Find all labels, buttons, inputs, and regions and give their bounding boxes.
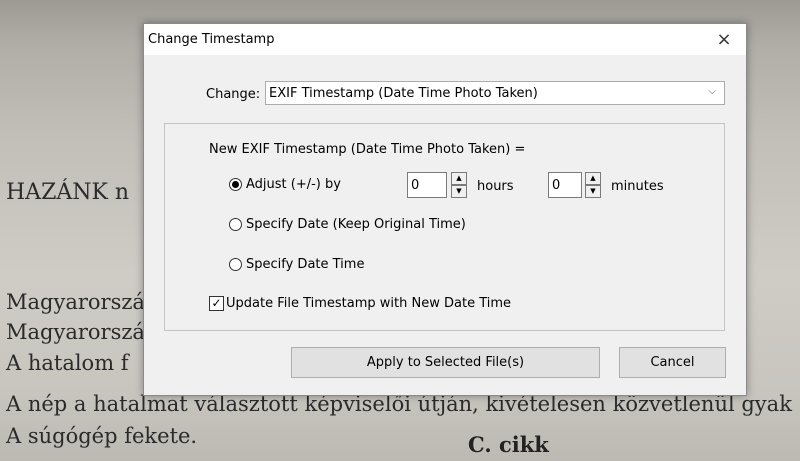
hours-down-arrow-icon[interactable]: ▼ <box>451 185 467 198</box>
close-icon: × <box>716 29 732 50</box>
bg-line: A hatalom f <box>6 351 129 375</box>
specify-date-radio[interactable] <box>229 218 242 231</box>
change-timestamp-dialog: Change Timestamp × Change: EXIF Timestam… <box>143 23 747 396</box>
bg-article-title: C. cikk <box>468 432 549 457</box>
update-file-timestamp-option[interactable]: ✓ Update File Timestamp with New Date Ti… <box>209 296 511 311</box>
hours-spinner[interactable]: ▲ ▼ <box>451 172 467 198</box>
adjust-label: Adjust (+/-) by <box>246 177 341 192</box>
specify-datetime-radio-option[interactable]: Specify Date Time <box>229 257 364 272</box>
bg-line: A súgógép fekete. <box>6 424 198 448</box>
minutes-down-arrow-icon[interactable]: ▼ <box>585 185 601 198</box>
apply-button[interactable]: Apply to Selected File(s) <box>291 347 600 378</box>
adjust-radio[interactable] <box>229 178 242 191</box>
cancel-button[interactable]: Cancel <box>619 347 726 378</box>
update-file-timestamp-checkbox[interactable]: ✓ <box>209 296 224 311</box>
minutes-label: minutes <box>611 179 664 194</box>
hours-input[interactable]: 0 <box>407 172 447 198</box>
hours-up-arrow-icon[interactable]: ▲ <box>451 172 467 185</box>
update-file-timestamp-label: Update File Timestamp with New Date Time <box>226 296 512 311</box>
bg-line: Magyarorszá <box>6 290 145 314</box>
hours-label: hours <box>477 179 514 194</box>
apply-button-label: Apply to Selected File(s) <box>366 355 525 370</box>
dialog-title: Change Timestamp <box>148 32 275 47</box>
chevron-down-icon: ⌵ <box>708 86 716 97</box>
specify-datetime-radio[interactable] <box>229 258 242 271</box>
change-select-value: EXIF Timestamp (Date Time Photo Taken) <box>269 86 538 101</box>
bg-heading: HAZÁNK n <box>6 180 130 205</box>
hours-value: 0 <box>411 178 420 193</box>
specify-date-radio-option[interactable]: Specify Date (Keep Original Time) <box>229 217 466 232</box>
minutes-input[interactable]: 0 <box>548 172 582 198</box>
minutes-value: 0 <box>552 178 561 193</box>
specify-datetime-label: Specify Date Time <box>246 257 365 272</box>
title-bar: Change Timestamp × <box>144 24 746 55</box>
bg-line: Magyarorszá <box>6 320 145 344</box>
specify-date-label: Specify Date (Keep Original Time) <box>246 217 466 232</box>
minutes-spinner[interactable]: ▲ ▼ <box>585 172 601 198</box>
check-icon: ✓ <box>211 296 222 310</box>
change-label: Change: <box>206 87 261 102</box>
close-button[interactable]: × <box>702 24 746 55</box>
change-select[interactable]: EXIF Timestamp (Date Time Photo Taken) ⌵ <box>265 81 725 105</box>
group-title: New EXIF Timestamp (Date Time Photo Take… <box>209 142 526 157</box>
cancel-button-label: Cancel <box>650 355 695 370</box>
adjust-radio-option[interactable]: Adjust (+/-) by <box>229 177 341 192</box>
minutes-up-arrow-icon[interactable]: ▲ <box>585 172 601 185</box>
radio-selected-dot <box>232 181 239 188</box>
new-timestamp-group: New EXIF Timestamp (Date Time Photo Take… <box>164 123 725 331</box>
